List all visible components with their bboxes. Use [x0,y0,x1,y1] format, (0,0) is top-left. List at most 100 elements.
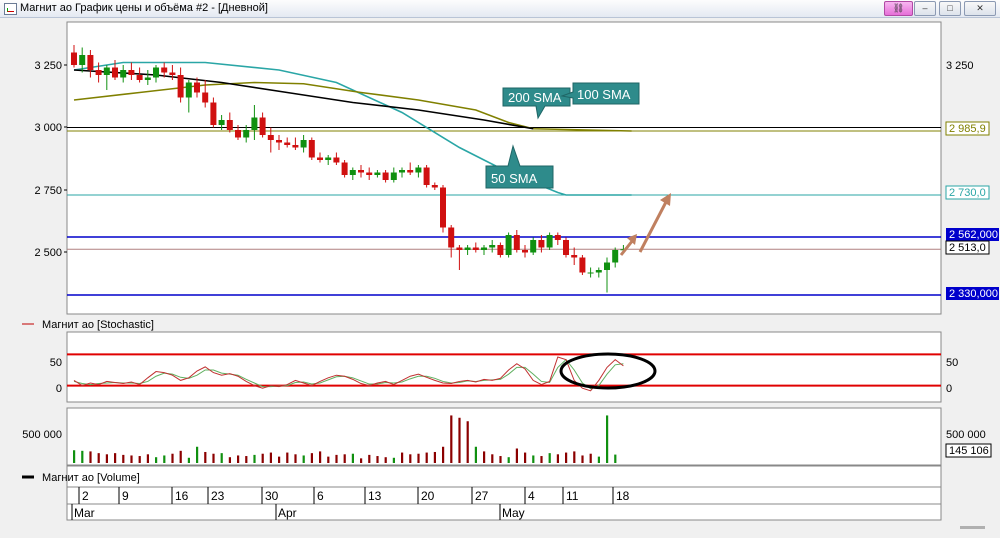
volume-bar [245,456,248,463]
volume-bar [483,451,486,463]
volume-bar [425,452,428,463]
volume-bar [294,454,297,463]
link-icon[interactable]: ⛓ [884,1,913,16]
stoch-tick: 0 [56,383,62,395]
window-title: Магнит ао График цены и объёма #2 - [Дне… [20,2,268,14]
volume-bar [581,455,584,463]
candle-body [325,157,332,160]
stochastic-panel[interactable] [66,331,942,403]
candle-body [522,250,528,253]
candle-body [177,75,184,98]
month-label: Mar [74,506,95,520]
volume-legend: Магнит ао [Volume] [22,472,140,484]
day-label: 4 [528,489,535,503]
volume-bar [507,457,510,463]
candle-body [390,172,397,180]
volume-bar [376,456,379,463]
day-label: 2 [82,489,89,503]
stoch-tick: 50 [50,357,62,369]
candle-body [235,130,241,138]
price-right-badges: 2 985,9 2 730,0 2 562,000 2 513,0 2 330,… [945,121,999,300]
volume-bar [114,453,117,463]
price-tick: 2 500 [34,247,62,259]
volume-bar [73,450,76,463]
volume-bar [310,453,313,463]
price-tick: 3 250 [946,60,974,72]
candle-body [267,135,274,140]
price-volume-chart[interactable]: 3 250 3 000 2 750 2 500 3 250 200 SMA 10… [0,18,1000,538]
candle-body [358,170,364,173]
minimize-button[interactable]: – [914,1,936,16]
window-titlebar: Магнит ао График цены и объёма #2 - [Дне… [0,0,1000,18]
candle-body [431,185,438,188]
resize-grip[interactable] [960,526,985,529]
candle-body [595,270,602,273]
close-button[interactable]: ✕ [964,1,996,16]
candle-body [612,250,619,263]
candle-body [423,167,430,185]
candle-body [538,240,545,248]
volume-bar [327,456,330,463]
volume-bar [89,451,92,463]
stoch-tick: 50 [946,357,958,369]
sma-callout-100: 100 SMA [560,82,640,105]
candle-body [243,130,250,138]
candle-body [292,145,299,148]
volume-bar [253,454,256,463]
volume-bar [565,452,568,463]
volume-last-badge: 145 106 [949,445,989,457]
candle-body [259,117,266,135]
volume-bar [196,446,199,463]
maximize-button[interactable]: □ [939,1,961,16]
day-label: 23 [211,489,225,503]
volume-bar [122,454,125,463]
candle-body [563,240,569,255]
candle-body [489,245,496,248]
badge-support-value: 2 330,000 [949,288,998,300]
volume-bar [499,456,502,463]
volume-bar [278,456,281,463]
candle-body [505,235,512,255]
candle-body [79,55,86,65]
stochastic-legend: Магнит ао [Stochastic] [22,319,154,331]
candle-body [587,272,594,274]
candle-body [366,172,373,175]
volume-bar [187,457,190,463]
day-label: 11 [566,489,579,503]
volume-bar [146,454,149,463]
volume-bar [155,457,158,463]
candle-body [579,257,586,273]
volume-bar [384,457,387,463]
volume-bar [343,454,346,463]
day-label: 6 [317,489,324,503]
volume-bar [466,421,469,463]
candle-body [456,247,463,250]
candle-body [407,170,414,173]
badge-50-sma-value: 2 730,0 [949,187,986,199]
candle-body [161,67,168,73]
candle-body [284,142,291,145]
volume-bar [606,415,609,463]
month-label: Apr [278,506,297,520]
volume-bar [442,446,445,463]
candle-body [71,52,77,65]
volume-bar [286,452,289,463]
candle-body [202,92,209,103]
candle-body [226,120,233,130]
volume-bar [269,452,272,463]
day-label: 9 [122,489,129,503]
badge-last-price: 2 513,0 [949,242,986,254]
volume-bar [401,452,404,463]
chart-app-icon [4,3,17,15]
candle-body [554,235,561,240]
volume-bar [204,451,207,463]
candle-body [497,245,504,255]
candle-body [87,55,94,70]
volume-bar [179,450,182,463]
candle-body [341,162,348,175]
volume-bar [597,456,600,463]
candle-body [185,82,192,98]
price-right-axis: 3 250 [946,60,974,72]
volume-bar [97,453,100,463]
volume-legend-label: Магнит ао [Volume] [42,472,140,484]
